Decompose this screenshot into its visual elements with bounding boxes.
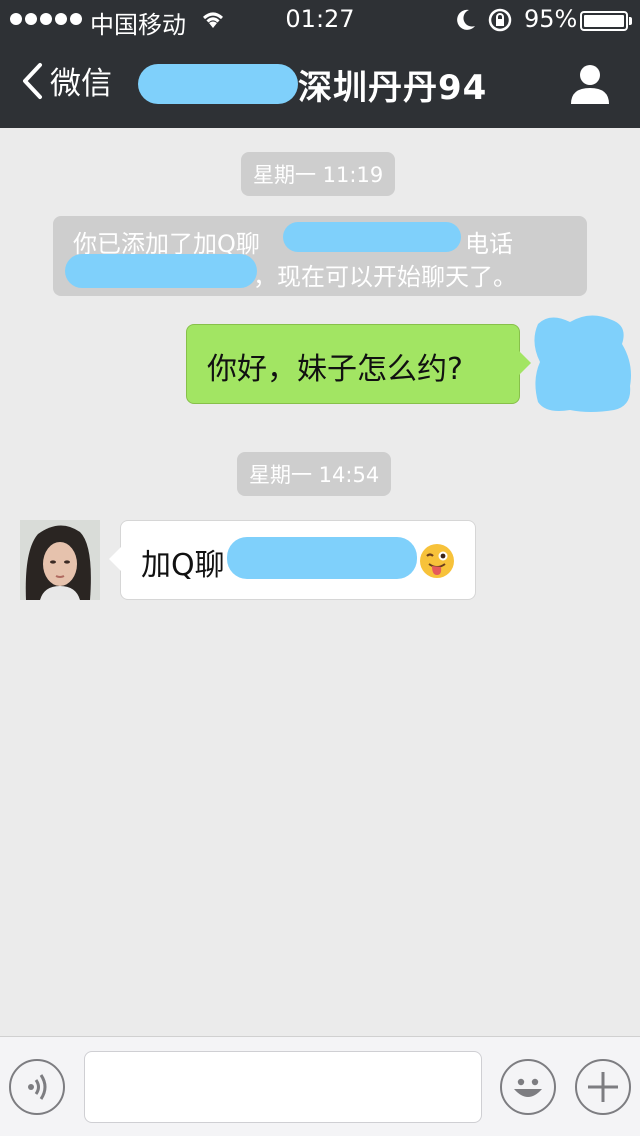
battery-icon xyxy=(580,11,632,31)
incoming-message-bubble[interactable]: 加Q聊 xyxy=(109,520,476,600)
rotation-lock-icon xyxy=(488,8,512,32)
profile-icon[interactable] xyxy=(568,62,612,106)
plus-icon xyxy=(588,1072,618,1102)
back-chevron-icon xyxy=(23,62,42,99)
system-message-line1-end: 电话 xyxy=(465,230,513,258)
timestamp: 星期一 11:19 xyxy=(241,152,396,196)
voice-icon xyxy=(28,1074,47,1100)
outgoing-message-bubble[interactable]: 你好，妹子怎么约? xyxy=(186,324,531,404)
chat-title: 深圳丹丹94 xyxy=(298,67,488,108)
emoji-icon xyxy=(514,1078,542,1097)
more-button[interactable] xyxy=(575,1059,631,1115)
moon-icon xyxy=(457,9,475,30)
back-label: 微信 xyxy=(50,66,112,102)
system-message-line2: ，现在可以开始聊天了。 xyxy=(253,263,517,291)
chat-area[interactable]: 星期一 11:19 你已添加了加Q聊 电话 ，现在可以开始聊天了。 你好，妹子怎… xyxy=(0,128,640,1036)
redaction-mark xyxy=(283,222,461,252)
voice-button[interactable] xyxy=(9,1059,65,1115)
back-button[interactable]: 微信 xyxy=(18,58,112,103)
top-bar: 中国移动 01:27 95% 微信 深圳丹丹94 xyxy=(0,0,640,128)
redaction-mark xyxy=(227,537,417,579)
system-message: 你已添加了加Q聊 电话 ，现在可以开始聊天了。 xyxy=(53,216,587,296)
emoji-button[interactable] xyxy=(500,1059,556,1115)
redaction-mark xyxy=(138,64,298,104)
chat-title-area: 深圳丹丹94 xyxy=(138,60,487,108)
nav-bar: 微信 深圳丹丹94 xyxy=(0,40,640,128)
timestamp: 星期一 14:54 xyxy=(237,452,392,496)
outgoing-message-text: 你好，妹子怎么约? xyxy=(207,352,463,387)
self-avatar-redacted[interactable] xyxy=(530,314,635,414)
incoming-message-text: 加Q聊 xyxy=(141,548,225,583)
battery-percent: 95% xyxy=(524,5,578,33)
input-bar xyxy=(0,1036,640,1136)
contact-avatar[interactable] xyxy=(20,520,100,600)
status-bar: 中国移动 01:27 95% xyxy=(0,0,640,40)
wink-emoji-icon xyxy=(420,544,454,578)
redaction-mark xyxy=(65,254,257,288)
message-input[interactable] xyxy=(84,1051,482,1123)
